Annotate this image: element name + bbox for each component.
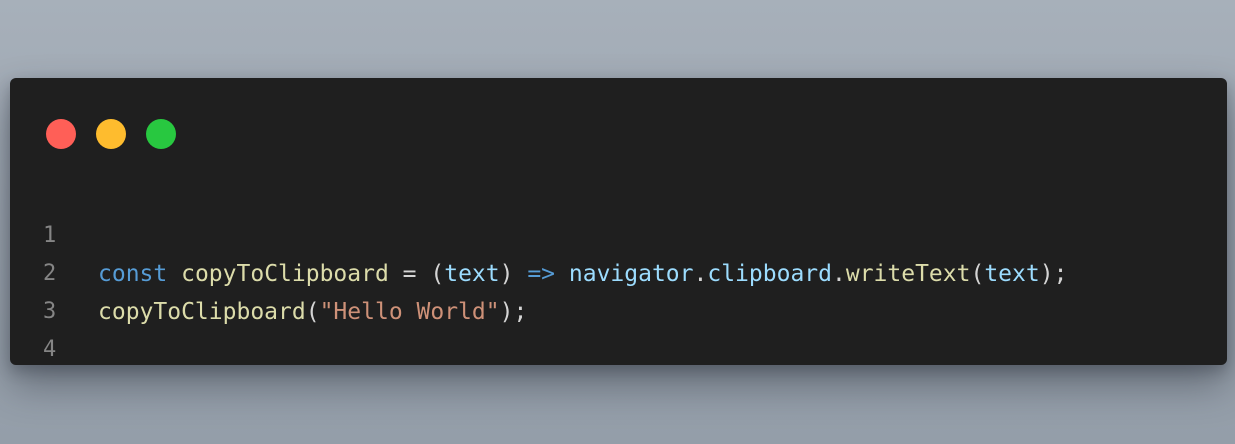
line-number: 4 [43,337,57,362]
code-line-2: 2 copyToClipboard("Hello World"); [10,217,1227,325]
code-window: 1 const copyToClipboard = (text) => navi… [10,78,1227,365]
minimize-window-button[interactable] [96,119,126,149]
maximize-window-button[interactable] [146,119,176,149]
code-editor[interactable]: 1 const copyToClipboard = (text) => navi… [10,179,1227,362]
code-line-1: 1 const copyToClipboard = (text) => navi… [10,179,1227,287]
code-line-4: 4 [10,293,1227,362]
code-line-3: 3 [10,255,1227,324]
window-controls [46,119,176,149]
close-window-button[interactable] [46,119,76,149]
